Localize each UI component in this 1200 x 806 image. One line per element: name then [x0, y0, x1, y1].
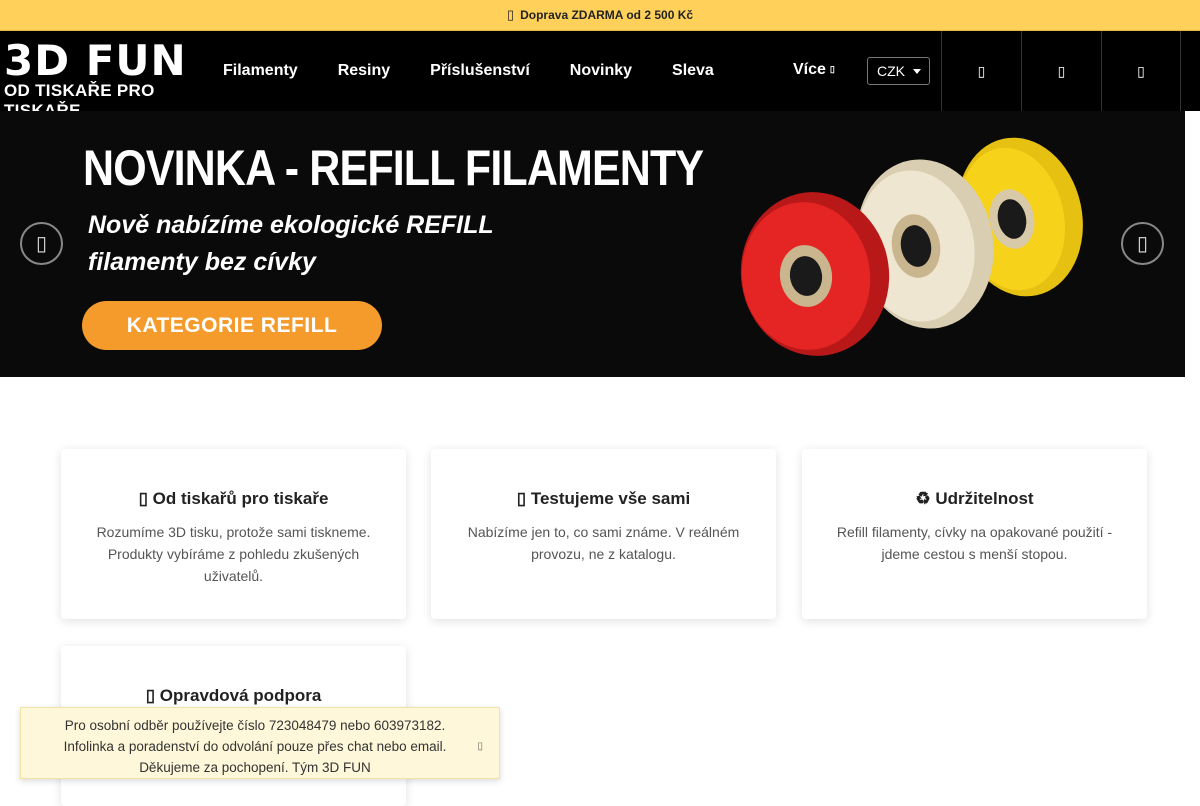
shipping-text: Doprava ZDARMA od 2 500 Kč: [520, 8, 694, 22]
notice-line: Pro osobní odběr používejte číslo 723048…: [64, 718, 446, 733]
banner-cta-button[interactable]: KATEGORIE REFILL: [82, 301, 382, 350]
logo-main: 3D FUN: [4, 36, 187, 85]
more-label: Více: [793, 61, 826, 78]
search-button[interactable]: ▯: [941, 31, 1021, 111]
wrench-icon: ▯: [145, 686, 160, 705]
currency-select[interactable]: CZK: [867, 57, 930, 85]
notice-line: Děkujeme za pochopení. Tým 3D FUN: [139, 760, 371, 775]
account-button[interactable]: ▯: [1021, 31, 1101, 111]
more-menu[interactable]: Více ▯: [793, 61, 835, 79]
printer-icon: ▯: [138, 489, 153, 508]
chevron-down-icon: ▯: [829, 64, 835, 75]
truck-icon: ▯: [506, 7, 515, 22]
flask-icon: ▯: [516, 489, 531, 508]
logo[interactable]: 3D FUN OD TISKAŘE PRO TISKAŘE: [4, 36, 206, 121]
feature-title: ▯ Testujeme vše sami: [516, 489, 691, 508]
banner-prev-button[interactable]: ▯: [20, 222, 63, 265]
chevron-left-icon: ▯: [35, 233, 47, 255]
cart-button[interactable]: ▯: [1101, 31, 1181, 111]
feature-title: ▯ Od tiskařů pro tiskaře: [138, 489, 329, 508]
feature-card-testing: ▯ Testujeme vše sami Nabízíme jen to, co…: [431, 449, 776, 619]
cart-icon: ▯: [1137, 62, 1145, 79]
main-nav: Filamenty Resiny Příslušenství Novinky S…: [223, 31, 754, 111]
user-icon: ▯: [1057, 62, 1066, 79]
header: 3D FUN OD TISKAŘE PRO TISKAŘE Filamenty …: [0, 31, 1200, 121]
feature-card-printers: ▯ Od tiskařů pro tiskaře Rozumíme 3D tis…: [61, 449, 406, 619]
hero-banner[interactable]: NOVINKA - REFILL FILAMENTY Nově nabízíme…: [0, 111, 1185, 377]
notice-line: Infolinka a poradenství do odvolání pouz…: [63, 739, 447, 754]
feature-text: Nabízíme jen to, co sami známe. V reálné…: [467, 524, 740, 562]
currency-value: CZK: [877, 63, 905, 79]
feature-title: ♻ Udržitelnost: [915, 489, 1034, 508]
chevron-right-icon: ▯: [1136, 233, 1148, 255]
banner-next-button[interactable]: ▯: [1121, 222, 1164, 265]
search-icon: ▯: [977, 62, 986, 79]
nav-novinky[interactable]: Novinky: [570, 62, 632, 80]
refill-spools-image: [740, 137, 1083, 356]
caret-down-icon: [913, 68, 921, 74]
feature-title: ▯ Opravdová podpora: [145, 686, 322, 705]
nav-prislusenstvi[interactable]: Příslušenství: [430, 62, 530, 80]
nav-resiny[interactable]: Resiny: [338, 62, 390, 80]
feature-text: Refill filamenty, cívky na opakované pou…: [836, 524, 1113, 562]
banner-subtitle: Nově nabízíme ekologické REFILL filament…: [88, 211, 494, 276]
feature-text: Rozumíme 3D tisku, protože sami tiskneme…: [96, 524, 371, 584]
close-icon[interactable]: ▯: [477, 736, 483, 757]
feature-card-sustainability: ♻ Udržitelnost Refill filamenty, cívky n…: [802, 449, 1147, 619]
shipping-bar: ▯ Doprava ZDARMA od 2 500 Kč: [0, 0, 1200, 31]
nav-filamenty[interactable]: Filamenty: [223, 62, 298, 80]
banner-title: NOVINKA - REFILL FILAMENTY: [83, 140, 704, 196]
nav-sleva[interactable]: Sleva: [672, 62, 714, 80]
info-notice: Pro osobní odběr používejte číslo 723048…: [20, 707, 500, 779]
